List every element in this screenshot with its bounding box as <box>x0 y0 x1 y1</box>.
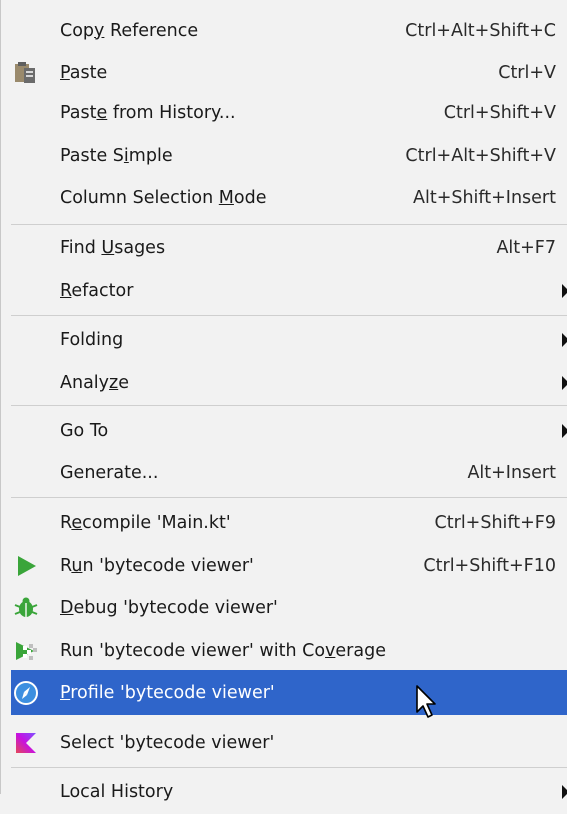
menu-item-label: Copy Reference <box>60 20 199 41</box>
menu-item-folding[interactable]: Folding <box>11 317 567 362</box>
menu-item-label: Run 'bytecode viewer' <box>60 555 254 576</box>
debug-icon <box>13 595 39 621</box>
menu-item-label: Refactor <box>60 280 134 301</box>
menu-item-go-to[interactable]: Go To <box>11 408 567 453</box>
submenu-arrow-icon <box>562 423 567 438</box>
menu-separator <box>11 315 567 316</box>
submenu-arrow-icon <box>562 283 567 298</box>
menu-item-shortcut: Alt+F7 <box>496 237 556 258</box>
menu-item-select[interactable]: Select 'bytecode viewer' <box>11 720 567 765</box>
context-menu: Copy Reference Ctrl+Alt+Shift+C Paste Ct… <box>0 0 567 802</box>
menu-item-paste-simple[interactable]: Paste Simple Ctrl+Alt+Shift+V <box>11 133 567 178</box>
menu-item-paste[interactable]: Paste Ctrl+V <box>11 50 567 95</box>
menu-item-paste-from-history[interactable]: Paste from History... Ctrl+Shift+V <box>11 90 567 135</box>
menu-item-analyze[interactable]: Analyze <box>11 360 567 405</box>
menu-separator <box>11 767 567 768</box>
menu-item-shortcut: Ctrl+Shift+F10 <box>423 555 556 576</box>
menu-item-shortcut: Alt+Shift+Insert <box>413 187 556 208</box>
menu-item-label: Run 'bytecode viewer' with Coverage <box>60 640 386 661</box>
menu-item-label: Go To <box>60 420 109 441</box>
menu-item-label: Paste from History... <box>60 102 236 123</box>
menu-item-run[interactable]: Run 'bytecode viewer' Ctrl+Shift+F10 <box>11 543 567 588</box>
menu-item-recompile[interactable]: Recompile 'Main.kt' Ctrl+Shift+F9 <box>11 500 567 545</box>
paste-icon <box>13 60 39 86</box>
menu-item-copy-reference[interactable]: Copy Reference Ctrl+Alt+Shift+C <box>11 8 567 53</box>
menu-item-label: Find Usages <box>60 237 166 258</box>
menu-item-shortcut: Ctrl+Alt+Shift+C <box>405 20 556 41</box>
menu-item-shortcut: Ctrl+Alt+Shift+V <box>405 145 556 166</box>
menu-item-debug[interactable]: Debug 'bytecode viewer' <box>11 585 567 630</box>
menu-item-shortcut: Alt+Insert <box>467 462 556 483</box>
menu-item-profile[interactable]: Profile 'bytecode viewer' <box>11 670 567 715</box>
menu-item-label: Column Selection Mode <box>60 187 267 208</box>
menu-item-refactor[interactable]: Refactor <box>11 268 567 313</box>
menu-item-shortcut: Ctrl+V <box>498 62 556 83</box>
menu-item-label: Recompile 'Main.kt' <box>60 512 231 533</box>
submenu-arrow-icon <box>562 332 567 347</box>
menu-item-find-usages[interactable]: Find Usages Alt+F7 <box>11 225 567 270</box>
menu-item-run-with-coverage[interactable]: Run 'bytecode viewer' with Coverage <box>11 628 567 673</box>
mouse-cursor-icon <box>416 685 436 718</box>
menu-item-label: Folding <box>60 329 124 350</box>
menu-item-column-selection-mode[interactable]: Column Selection Mode Alt+Shift+Insert <box>11 175 567 220</box>
menu-item-label: Profile 'bytecode viewer' <box>60 682 275 703</box>
menu-item-generate[interactable]: Generate... Alt+Insert <box>11 450 567 495</box>
menu-item-label: Local History <box>60 781 174 802</box>
menu-item-shortcut: Ctrl+Shift+V <box>443 102 556 123</box>
menu-item-shortcut: Ctrl+Shift+F9 <box>434 512 556 533</box>
menu-item-local-history[interactable]: Local History <box>11 769 567 814</box>
profile-icon <box>13 680 39 706</box>
menu-item-label: Paste <box>60 62 108 83</box>
coverage-icon <box>13 638 39 664</box>
run-icon <box>13 553 39 579</box>
menu-item-label: Select 'bytecode viewer' <box>60 732 275 753</box>
submenu-arrow-icon <box>562 375 567 390</box>
menu-separator <box>11 497 567 498</box>
menu-item-label: Analyze <box>60 372 129 393</box>
menu-item-label: Generate... <box>60 462 159 483</box>
menu-item-label: Paste Simple <box>60 145 173 166</box>
submenu-arrow-icon <box>562 784 567 799</box>
menu-item-label: Debug 'bytecode viewer' <box>60 597 278 618</box>
menu-separator <box>11 405 567 406</box>
kotlin-icon <box>13 730 39 756</box>
